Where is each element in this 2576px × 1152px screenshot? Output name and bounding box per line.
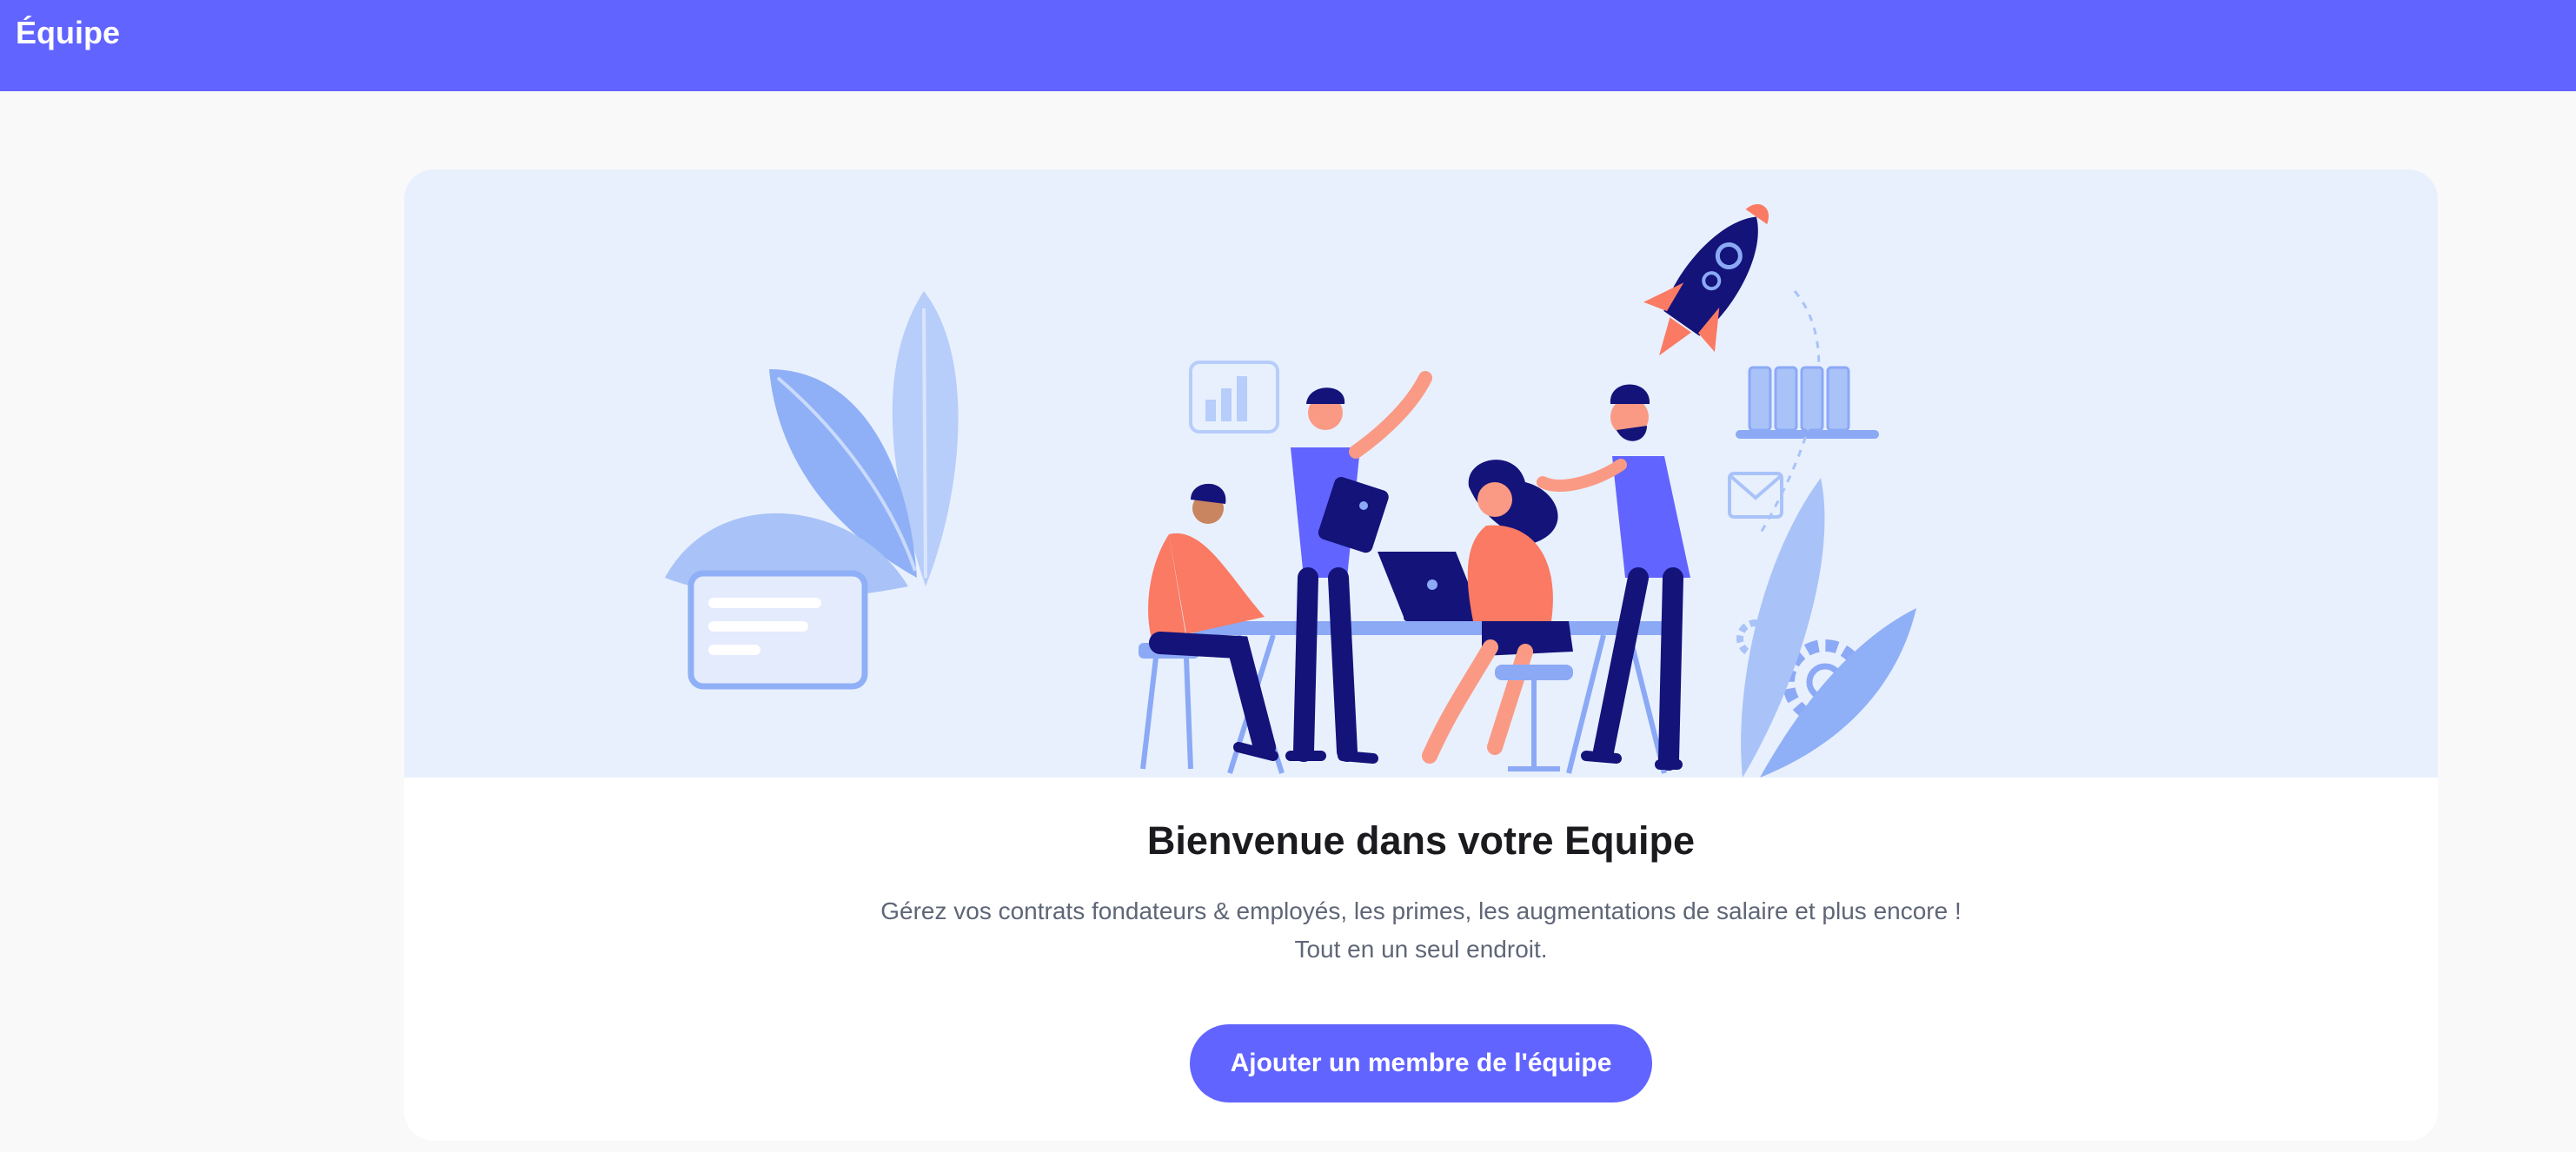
plant-right-icon bbox=[1741, 478, 1916, 778]
top-bar: Équipe bbox=[0, 0, 2576, 91]
plant-left-icon bbox=[665, 291, 959, 599]
rocket-icon bbox=[1643, 204, 1769, 356]
page-title: Équipe bbox=[16, 15, 121, 50]
person-standing-bearded-icon bbox=[1537, 384, 1690, 771]
bar-chart-icon bbox=[1189, 361, 1279, 434]
welcome-card: Bienvenue dans votre Equipe Gérez vos co… bbox=[404, 169, 2438, 1141]
team-collaboration-illustration bbox=[665, 204, 1916, 778]
welcome-description-line1: Gérez vos contrats fondateurs & employés… bbox=[880, 897, 1962, 924]
hero-banner bbox=[404, 169, 2438, 778]
envelope-icon bbox=[1728, 472, 1783, 519]
chat-card-icon bbox=[687, 570, 868, 690]
welcome-heading: Bienvenue dans votre Equipe bbox=[1146, 818, 1696, 863]
welcome-description-line2: Tout en un seul endroit. bbox=[1294, 936, 1548, 963]
add-team-member-button[interactable]: Ajouter un membre de l'équipe bbox=[1190, 1024, 1652, 1102]
